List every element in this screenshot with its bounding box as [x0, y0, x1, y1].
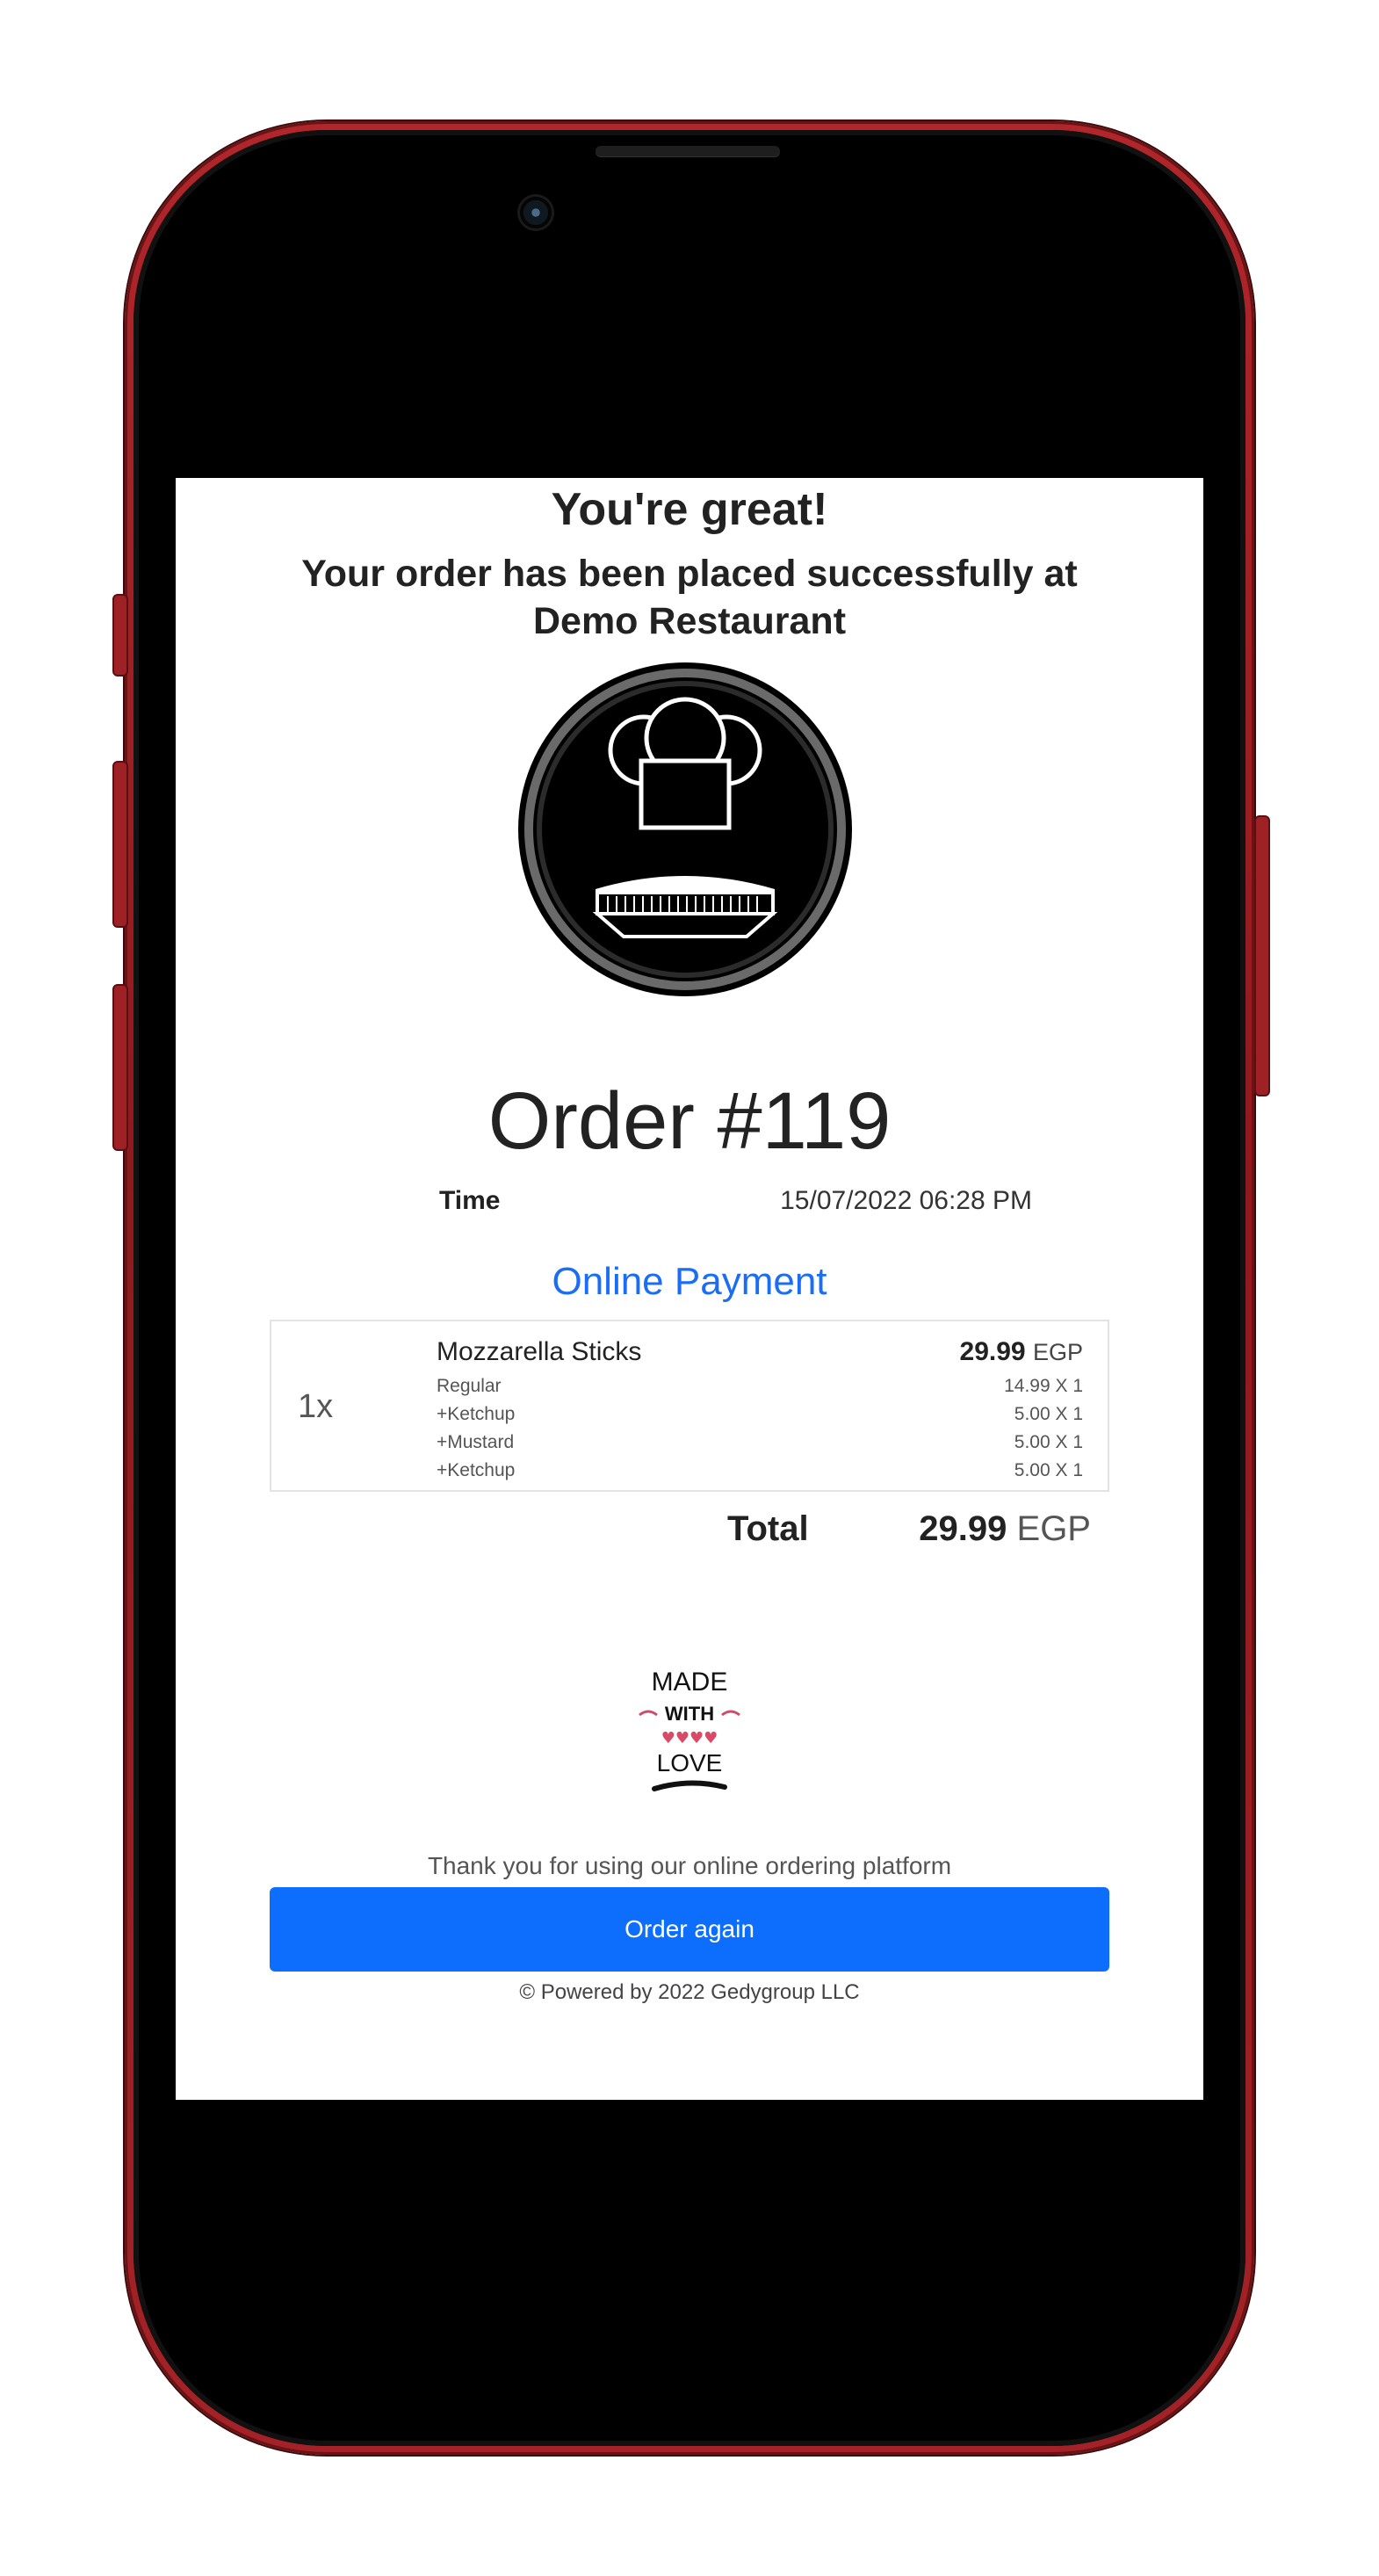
thank-you-message: Thank you for using our online ordering …: [427, 1852, 952, 1879]
item-option-row: Regular 14.99 X 1: [437, 1372, 1083, 1400]
item-name: Mozzarella Sticks: [437, 1337, 642, 1366]
mute-switch: [112, 594, 128, 677]
made-text: MADE: [652, 1668, 728, 1697]
order-number: Order #119: [487, 1076, 892, 1166]
made-with-love-graphic: MADE WITH ♥♥♥♥ LOVE: [639, 1668, 740, 1791]
hearts-icon: ♥♥♥♥: [661, 1729, 718, 1747]
chef-hat-logo-icon: [518, 662, 852, 996]
speaker-grille: [596, 146, 780, 156]
total-value: 29.99: [919, 1509, 1007, 1548]
option-name: +Ketchup: [437, 1460, 516, 1480]
total-currency: EGP: [1016, 1509, 1091, 1548]
order-item-card: 1x Mozzarella Sticks 29.99 EGP Regular 1…: [270, 1320, 1109, 1492]
option-name: +Ketchup: [437, 1404, 516, 1424]
option-price: 5.00 X 1: [1014, 1460, 1083, 1480]
option-price: 14.99 X 1: [1004, 1376, 1083, 1396]
option-price: 5.00 X 1: [1014, 1432, 1083, 1452]
item-price: 29.99 EGP: [960, 1337, 1083, 1367]
order-success-message: Your order has been placed successfully …: [301, 553, 1078, 642]
item-option-row: +Ketchup 5.00 X 1: [437, 1400, 1083, 1429]
powered-by-footer: © Powered by 2022 Gedygroup LLC: [519, 1980, 860, 2004]
made-with-love-badge-icon: MADE WITH ♥♥♥♥ LOVE: [632, 1646, 747, 1805]
option-price: 5.00 X 1: [1014, 1404, 1083, 1424]
power-button: [1254, 815, 1270, 1096]
total-amount: 29.99 EGP: [919, 1509, 1091, 1549]
restaurant-logo-graphic: [524, 669, 846, 990]
order-again-button[interactable]: Order again: [270, 1887, 1109, 1972]
item-option-row: +Mustard 5.00 X 1: [437, 1429, 1083, 1457]
front-camera-icon: [520, 197, 552, 228]
page-title: You're great!: [551, 484, 828, 535]
volume-up-button: [112, 761, 128, 928]
option-name: +Mustard: [437, 1432, 515, 1452]
love-text: LOVE: [657, 1749, 723, 1776]
option-name: Regular: [437, 1376, 502, 1396]
item-price-value: 29.99: [959, 1337, 1026, 1366]
order-time-label: Time: [439, 1186, 501, 1215]
total-label: Total: [727, 1509, 809, 1548]
item-price-currency: EGP: [1032, 1339, 1083, 1365]
order-time-value: 15/07/2022 06:28 PM: [780, 1186, 1032, 1215]
volume-down-button: [112, 984, 128, 1151]
item-option-row: +Ketchup 5.00 X 1: [437, 1457, 1083, 1485]
order-confirmation-screen: You're great! Your order has been placed…: [176, 478, 1203, 2100]
item-options-list: Regular 14.99 X 1 +Ketchup 5.00 X 1 +Mus…: [437, 1372, 1083, 1485]
item-quantity: 1x: [298, 1388, 334, 1425]
payment-method: Online Payment: [552, 1260, 827, 1303]
with-text: WITH: [665, 1703, 714, 1725]
